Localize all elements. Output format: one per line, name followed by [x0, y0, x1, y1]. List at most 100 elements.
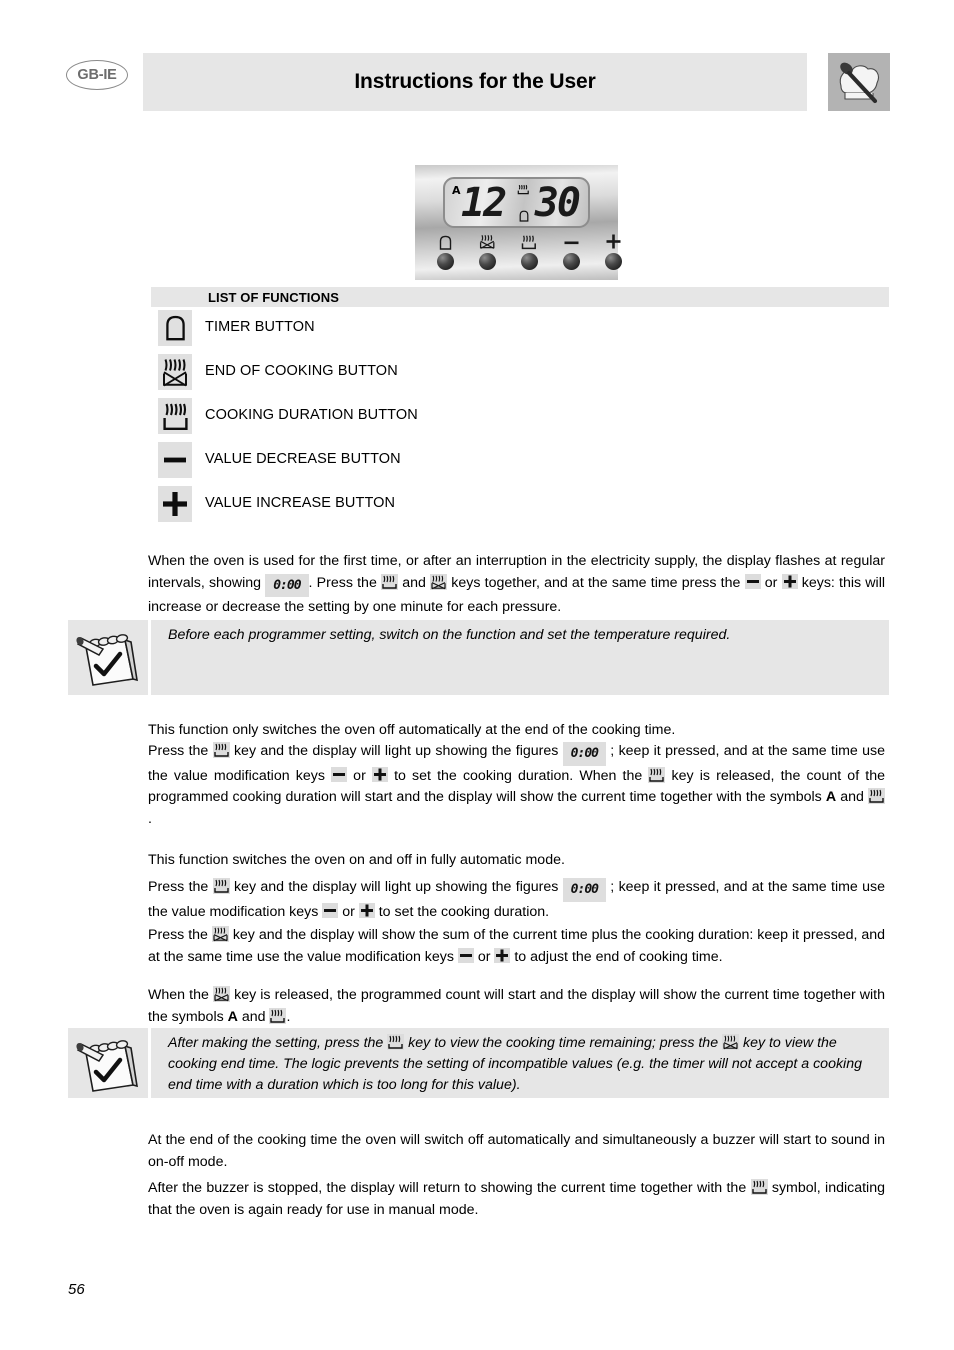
end-of-cooking-icon [469, 233, 505, 250]
panel-button-row [415, 233, 622, 278]
function-row-cooking-duration: COOKING DURATION BUTTON [151, 398, 889, 434]
sec1-text-e: to set the cooking duration. When the [387, 767, 649, 784]
button-knob[interactable] [604, 253, 622, 270]
intro-text-b: . Press the [308, 574, 382, 591]
lcd-minutes: 30 [534, 180, 581, 226]
button-knob[interactable] [562, 253, 580, 270]
minus-icon [744, 573, 761, 589]
section-automatic-body-3: When the key is released, the programmed… [148, 985, 885, 1028]
page-title: Instructions for the User [354, 70, 596, 93]
intro-text-e: or [760, 574, 782, 591]
note-box-2: After making the setting, press the key … [151, 1028, 889, 1098]
section-automatic-intro: This function switches the oven on and o… [148, 850, 885, 872]
lcd-value-chip: 0:00 [562, 878, 606, 902]
end-of-cooking-button[interactable] [469, 233, 505, 270]
intro-paragraph: When the oven is used for the first time… [148, 551, 885, 619]
sec2-text-a: Press the [148, 879, 213, 895]
function-row-timer: TIMER BUTTON [151, 310, 889, 346]
lcd-hours: 12 [461, 180, 507, 226]
button-knob[interactable] [436, 253, 454, 270]
sec2-text-l: and [237, 1008, 270, 1025]
cooking-duration-icon [750, 1179, 768, 1195]
plus-icon [595, 233, 631, 250]
sec2-text-i: to adjust the end of cooking time. [510, 948, 723, 965]
minus-icon [322, 902, 339, 918]
cooking-duration-icon [868, 788, 885, 804]
plus-icon [781, 573, 798, 589]
sec2-symbol-a: A [227, 1008, 238, 1025]
timer-bell-icon [519, 209, 529, 222]
end-of-cooking-icon [211, 926, 229, 942]
list-of-functions-heading: LIST OF FUNCTIONS [208, 290, 339, 305]
minus-icon [457, 947, 474, 963]
section-automatic-body-2: Press the key and the display will show … [148, 925, 885, 968]
lcd-display: A 12 30 [443, 177, 590, 228]
function-label: TIMER BUTTON [205, 319, 315, 335]
function-row-value-decrease: VALUE DECREASE BUTTON [151, 442, 889, 478]
section-cooking-duration-body: Press the key and the display will light… [148, 741, 885, 830]
auto-indicator: A [452, 184, 461, 197]
sec2-text-j: When the [148, 987, 213, 1003]
sec1-text-d: or [347, 767, 372, 784]
plus-icon [494, 947, 511, 963]
sec1-text-a: Press the [148, 743, 213, 759]
note2-text-a: After making the setting, press the [168, 1035, 388, 1051]
note-icon-panel-1 [68, 620, 148, 695]
value-decrease-button[interactable] [553, 233, 589, 270]
lcd-value-chip: 0:00 [265, 573, 309, 597]
programmer-panel-image: A 12 30 [415, 165, 622, 280]
section2-line1: This function switches the oven on and o… [148, 852, 565, 868]
sec2-text-e: to set the cooking duration. [374, 903, 550, 920]
section-cooking-duration-intro: This function only switches the oven off… [148, 720, 885, 742]
cooking-duration-icon [387, 1034, 405, 1050]
cooking-duration-icon [158, 398, 192, 434]
sec1-symbol-a: A [825, 789, 837, 805]
value-increase-button[interactable] [595, 233, 631, 270]
end-text-a: After the buzzer is stopped, the display… [148, 1180, 751, 1196]
sec2-text-h: or [473, 948, 495, 965]
cooking-duration-icon [648, 766, 666, 783]
cooking-duration-icon [517, 183, 530, 196]
plus-icon [358, 902, 375, 918]
section-end-of-cooking-buzzer: At the end of the cooking time the oven … [148, 1130, 885, 1173]
cooking-duration-icon [212, 742, 230, 758]
section-automatic-body-1: Press the key and the display will light… [148, 877, 885, 923]
note-text: Before each programmer setting, switch o… [168, 627, 731, 643]
sec1-text-b: key and the display will light up showin… [229, 743, 563, 759]
end-line1: At the end of the cooking time the oven … [148, 1132, 885, 1170]
header-title-bar: Instructions for the User [143, 53, 807, 111]
minus-icon [553, 233, 589, 250]
end-of-cooking-icon [158, 354, 192, 390]
function-label: VALUE DECREASE BUTTON [205, 451, 401, 467]
function-label: END OF COOKING BUTTON [205, 363, 398, 379]
page-number: 56 [68, 1281, 85, 1298]
sec1-text-h: . [148, 810, 152, 827]
minus-icon [158, 442, 192, 478]
language-badge: GB-IE [66, 60, 128, 90]
cooking-duration-icon [212, 878, 230, 894]
function-row-value-increase: VALUE INCREASE BUTTON [151, 486, 889, 522]
note-box-1: Before each programmer setting, switch o… [151, 620, 889, 695]
intro-text-d: keys together, and at the same time pres… [447, 574, 745, 591]
cooking-duration-button[interactable] [511, 233, 547, 270]
list-of-functions-header: LIST OF FUNCTIONS [151, 287, 889, 307]
function-row-end-of-cooking: END OF COOKING BUTTON [151, 354, 889, 390]
intro-text-c: and [398, 574, 431, 591]
cooking-duration-icon [269, 1007, 287, 1024]
sec2-text-d: or [338, 903, 359, 920]
sec2-text-f: Press the [148, 927, 212, 943]
timer-button[interactable] [427, 233, 463, 270]
section1-line1: This function only switches the oven off… [148, 722, 676, 738]
sec1-text-g: and [836, 789, 868, 805]
note-text: After making the setting, press the key … [168, 1033, 873, 1096]
end-of-cooking-icon [213, 986, 230, 1002]
cooking-duration-icon [511, 233, 547, 250]
plus-icon [158, 486, 192, 522]
plus-icon [371, 766, 388, 782]
note-icon-panel-2 [68, 1028, 148, 1098]
timer-bell-icon [427, 233, 463, 250]
button-knob[interactable] [520, 253, 538, 270]
button-knob[interactable] [478, 253, 496, 270]
note2-text-b: key to view the cooking time remaining; … [404, 1035, 723, 1051]
timer-bell-icon [158, 310, 192, 346]
